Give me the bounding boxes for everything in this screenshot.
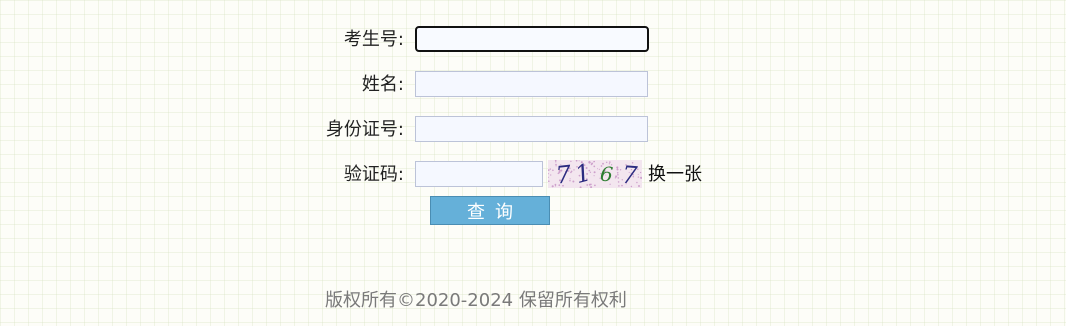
captcha-digit: 7 <box>621 161 639 188</box>
captcha-noise-dot <box>617 173 619 176</box>
query-button[interactable]: 查询 <box>430 196 550 225</box>
captcha-image[interactable]: 7 1 6 7 <box>548 160 642 188</box>
refresh-captcha-link[interactable]: 换一张 <box>648 162 702 188</box>
captcha-noise-dot <box>550 174 552 176</box>
captcha-noise-dot <box>617 181 620 183</box>
captcha-noise-dot <box>639 171 642 174</box>
captcha-digit: 6 <box>599 161 614 186</box>
captcha-graphic: 7 1 6 7 <box>548 160 642 188</box>
captcha-noise-dot <box>597 168 599 170</box>
id-card-input[interactable] <box>415 116 648 142</box>
captcha-noise-dot <box>617 177 620 179</box>
captcha-digit: 1 <box>572 160 594 188</box>
captcha-noise-dot <box>593 171 596 174</box>
captcha-noise-dot <box>548 169 550 171</box>
captcha-noise-dot <box>590 163 593 166</box>
footer-copyright: 版权所有©2020-2024 保留所有权利 <box>325 290 627 311</box>
captcha-noise-dot <box>619 169 622 171</box>
captcha-noise-dot <box>637 173 639 175</box>
captcha-noise-dot <box>552 169 554 172</box>
captcha-noise-dot <box>637 184 641 188</box>
name-input[interactable] <box>415 71 648 97</box>
id-card-label: 身份证号: <box>325 119 404 140</box>
captcha-noise-dot <box>593 175 595 177</box>
exam-id-label: 考生号: <box>343 29 404 50</box>
captcha-noise-dot <box>637 176 640 178</box>
captcha-noise-dot <box>616 171 619 174</box>
captcha-noise-dot <box>548 176 549 178</box>
captcha-noise-dot <box>554 185 557 187</box>
captcha-noise-dot <box>548 172 549 175</box>
captcha-noise-dot <box>616 166 619 169</box>
captcha-noise-dot <box>548 180 550 182</box>
exam-id-input[interactable] <box>415 26 649 52</box>
captcha-noise-dot <box>615 175 618 178</box>
captcha-noise-dot <box>616 168 619 171</box>
captcha-label: 验证码: <box>343 164 404 185</box>
captcha-noise-dot <box>549 168 552 170</box>
captcha-noise-dot <box>593 161 595 163</box>
captcha-noise-dot <box>640 177 642 179</box>
captcha-noise-dot <box>570 170 573 173</box>
captcha-noise-dot <box>572 180 575 183</box>
captcha-noise-dot <box>593 165 596 168</box>
captcha-input[interactable] <box>415 161 543 187</box>
captcha-noise-dot <box>618 185 620 187</box>
captcha-digit: 7 <box>554 160 573 188</box>
name-label: 姓名: <box>361 74 404 95</box>
captcha-noise-dot <box>551 185 554 188</box>
captcha-noise-dot <box>588 161 591 164</box>
captcha-noise-dot <box>593 184 596 187</box>
captcha-noise-dot <box>590 186 593 188</box>
